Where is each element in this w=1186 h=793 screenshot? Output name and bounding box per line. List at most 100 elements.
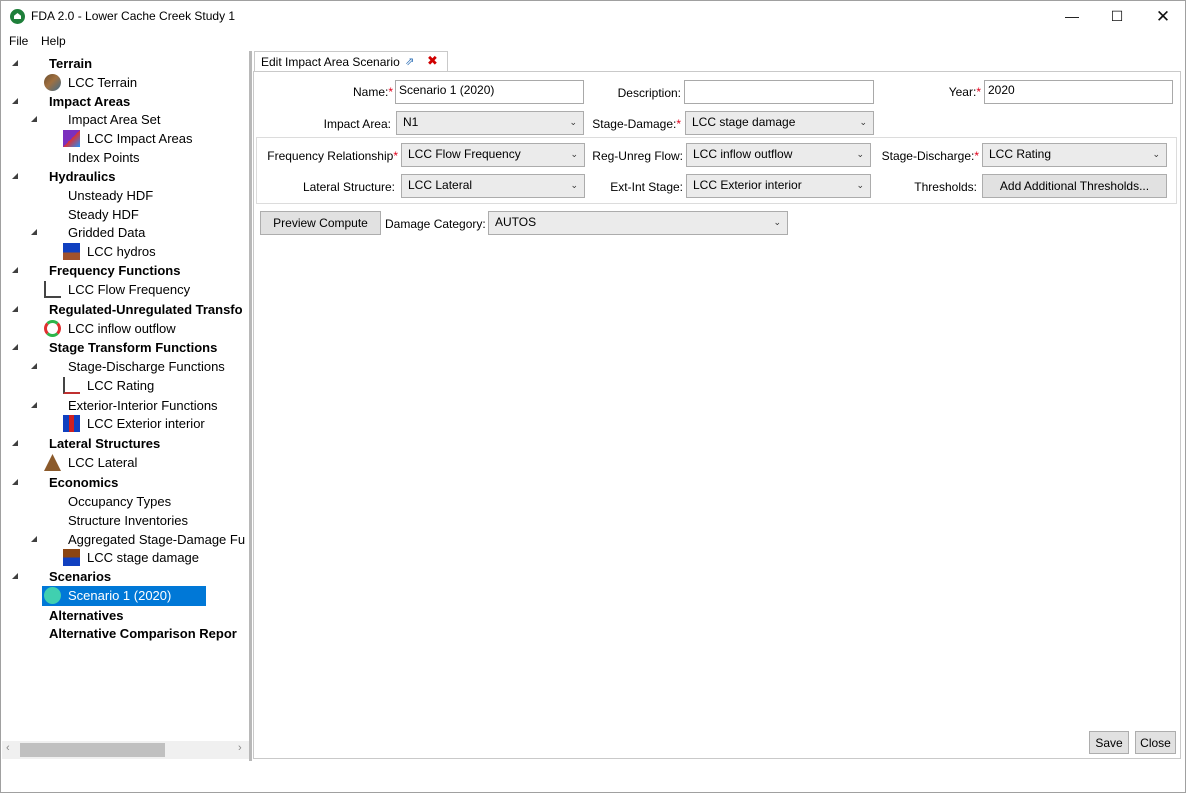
expander-icon[interactable]	[12, 344, 18, 350]
tree-item[interactable]: Terrain	[49, 54, 92, 73]
scroll-left-icon[interactable]: ‹	[6, 742, 10, 754]
add-thresholds-button[interactable]: Add Additional Thresholds...	[982, 174, 1167, 198]
app-home-icon	[10, 9, 25, 24]
tree-item[interactable]: LCC hydros	[87, 242, 156, 261]
maximize-button[interactable]: ☐	[1094, 1, 1140, 32]
tree-item[interactable]: Regulated-Unregulated Transfo	[49, 300, 243, 319]
tree-item[interactable]: LCC Lateral	[68, 453, 137, 472]
damage-category-select[interactable]: AUTOS ⌄	[488, 211, 788, 235]
tree-item[interactable]: Index Points	[68, 148, 140, 167]
scroll-right-icon[interactable]: ›	[238, 742, 242, 754]
expander-icon[interactable]	[31, 536, 37, 542]
expander-icon[interactable]	[12, 440, 18, 446]
tree-item-label: Gridded Data	[68, 225, 146, 240]
tree-item[interactable]: Stage-Discharge Functions	[68, 357, 225, 376]
tree-item[interactable]: Aggregated Stage-Damage Fu	[68, 530, 245, 549]
tree-item[interactable]: LCC Impact Areas	[87, 129, 193, 148]
tree-item[interactable]: Unsteady HDF	[68, 186, 153, 205]
tree-item[interactable]: Economics	[49, 473, 118, 492]
tree-item[interactable]: Lateral Structures	[49, 434, 160, 453]
tab-edit-impact-area-scenario[interactable]: Edit Impact Area Scenario ⇗ ✖	[254, 51, 448, 72]
tree-item-label: Impact Areas	[49, 94, 131, 109]
tree-item[interactable]: LCC inflow outflow	[68, 319, 176, 338]
tree-item[interactable]: Structure Inventories	[68, 511, 188, 530]
tree-item[interactable]: LCC stage damage	[87, 548, 199, 567]
chevron-down-icon: ⌄	[569, 117, 577, 127]
stage-damage-select[interactable]: LCC stage damage ⌄	[685, 111, 874, 135]
tree-item[interactable]: LCC Exterior interior	[87, 414, 205, 433]
menu-file[interactable]: File	[9, 34, 28, 48]
ext-int-stage-select[interactable]: LCC Exterior interior ⌄	[686, 174, 871, 198]
name-field[interactable]: Scenario 1 (2020)	[395, 80, 584, 104]
panel-splitter[interactable]	[249, 51, 252, 761]
expander-icon[interactable]	[12, 479, 18, 485]
frequency-relationship-select[interactable]: LCC Flow Frequency ⌄	[401, 143, 585, 167]
sidebar-horizontal-scrollbar[interactable]: ‹ ›	[2, 741, 250, 759]
tree-item[interactable]: Scenarios	[49, 567, 111, 586]
lateral-structure-select[interactable]: LCC Lateral ⌄	[401, 174, 585, 198]
scrollbar-thumb[interactable]	[20, 743, 165, 757]
tree-item[interactable]: Impact Area Set	[68, 110, 161, 129]
preview-compute-button[interactable]: Preview Compute	[260, 211, 381, 235]
chevron-down-icon: ⌄	[570, 149, 578, 159]
tree-item[interactable]: Exterior-Interior Functions	[68, 396, 218, 415]
tree-item-label: LCC Impact Areas	[87, 131, 193, 146]
stage-damage-label: Stage-Damage:*	[592, 117, 681, 131]
tree-item-label: Occupancy Types	[68, 494, 172, 509]
expander-icon[interactable]	[31, 116, 37, 122]
tree-item[interactable]: Hydraulics	[49, 167, 115, 186]
tree-item-label: LCC Flow Frequency	[68, 282, 191, 297]
expander-icon[interactable]	[12, 306, 18, 312]
menu-help[interactable]: Help	[41, 34, 66, 48]
frequency-curve-icon	[44, 281, 61, 298]
tree-item[interactable]: LCC Flow Frequency	[68, 280, 190, 299]
tree-item[interactable]: Alternatives	[49, 606, 123, 625]
tree-item[interactable]: Scenario 1 (2020)	[68, 586, 171, 605]
close-window-button[interactable]: ✕	[1140, 1, 1186, 32]
tree-item[interactable]: Alternative Comparison Repor	[49, 624, 237, 643]
tree-item[interactable]: LCC Terrain	[68, 73, 137, 92]
expander-icon[interactable]	[12, 60, 18, 66]
stage-discharge-label: Stage-Discharge:*	[881, 149, 979, 163]
popout-icon[interactable]: ⇗	[405, 55, 414, 68]
expander-icon[interactable]	[31, 229, 37, 235]
tree-item-label: Frequency Functions	[49, 263, 181, 278]
minimize-button[interactable]: —	[1049, 1, 1095, 32]
tree-item[interactable]: Stage Transform Functions	[49, 338, 217, 357]
study-tree-panel: Terrain LCC Terrain Impact Areas Impact Are…	[2, 51, 250, 761]
rating-curve-icon	[63, 377, 80, 394]
tree-item[interactable]: LCC Rating	[87, 376, 154, 395]
close-button[interactable]: Close	[1135, 731, 1176, 754]
ext-int-stage-value: LCC Exterior interior	[693, 178, 802, 192]
reg-unreg-flow-select[interactable]: LCC inflow outflow ⌄	[686, 143, 871, 167]
expander-icon[interactable]	[12, 173, 18, 179]
application-window: FDA 2.0 - Lower Cache Creek Study 1 — ☐ …	[0, 0, 1186, 793]
thresholds-label: Thresholds:	[914, 180, 977, 194]
impact-area-select[interactable]: N1 ⌄	[396, 111, 584, 135]
save-button[interactable]: Save	[1089, 731, 1129, 754]
expander-icon[interactable]	[12, 267, 18, 273]
tree-item-label: Impact Area Set	[68, 112, 161, 127]
reg-unreg-flow-value: LCC inflow outflow	[693, 147, 793, 161]
close-tab-icon[interactable]: ✖	[427, 53, 438, 69]
year-label: Year:*	[948, 85, 981, 99]
tree-item-label: Lateral Structures	[49, 436, 161, 451]
tree-item[interactable]: Impact Areas	[49, 92, 130, 111]
expander-icon[interactable]	[31, 402, 37, 408]
terrain-icon	[44, 74, 61, 91]
chevron-down-icon: ⌄	[856, 149, 864, 159]
expander-icon[interactable]	[12, 98, 18, 104]
tree-item[interactable]: Occupancy Types	[68, 492, 171, 511]
expander-icon[interactable]	[12, 573, 18, 579]
description-field[interactable]	[684, 80, 874, 104]
tree-item[interactable]: Steady HDF	[68, 205, 139, 224]
tree-item[interactable]: Frequency Functions	[49, 261, 180, 280]
expander-icon[interactable]	[31, 363, 37, 369]
tree-item-label: LCC Exterior interior	[87, 416, 205, 431]
hydraulics-icon	[63, 243, 80, 260]
tree-item-label: Regulated-Unregulated Transfo	[49, 302, 243, 317]
tree-item[interactable]: Gridded Data	[68, 223, 145, 242]
year-field[interactable]: 2020	[984, 80, 1173, 104]
stage-discharge-select[interactable]: LCC Rating ⌄	[982, 143, 1167, 167]
tree-item-label: Economics	[49, 475, 119, 490]
